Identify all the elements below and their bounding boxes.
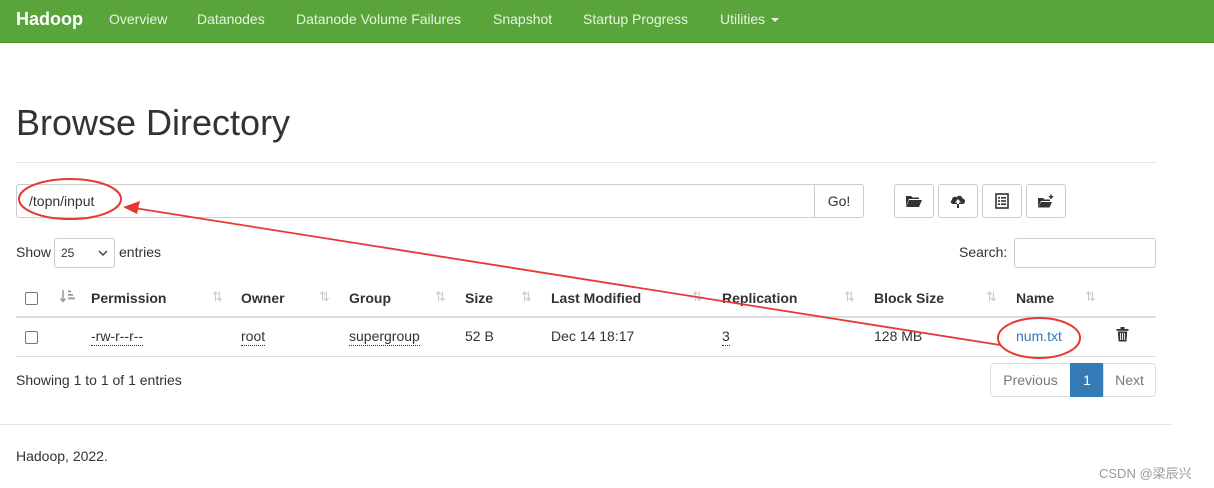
create-directory-button[interactable] xyxy=(1026,184,1066,218)
col-header-permission[interactable]: Permission xyxy=(91,290,166,306)
nav-snapshot[interactable]: Snapshot xyxy=(493,11,552,27)
nav-overview[interactable]: Overview xyxy=(109,11,167,27)
page-length-select[interactable]: 25 xyxy=(54,238,115,268)
table-header-divider xyxy=(16,316,1156,318)
col-header-block-size[interactable]: Block Size xyxy=(874,290,944,306)
directory-path-input[interactable] xyxy=(16,184,815,218)
pagination-next[interactable]: Next xyxy=(1103,363,1156,397)
nav-datanodes[interactable]: Datanodes xyxy=(197,11,265,27)
sort-asc-icon[interactable] xyxy=(60,289,76,303)
cell-replication[interactable]: 3 xyxy=(722,328,730,346)
nav-startup-progress[interactable]: Startup Progress xyxy=(583,11,688,27)
row-checkbox[interactable] xyxy=(25,331,38,344)
brand-link[interactable]: Hadoop xyxy=(16,9,83,29)
sort-icon[interactable]: ⇅ xyxy=(521,289,532,305)
page-title: Browse Directory xyxy=(16,102,291,143)
sort-icon[interactable]: ⇅ xyxy=(986,289,997,305)
watermark: CSDN @梁辰兴 xyxy=(1099,466,1192,481)
nav-datanode-volume-failures[interactable]: Datanode Volume Failures xyxy=(296,11,461,27)
folder-open-icon xyxy=(906,196,922,207)
cell-group[interactable]: supergroup xyxy=(349,328,420,346)
title-divider xyxy=(16,162,1157,163)
footer-text: Hadoop, 2022. xyxy=(16,448,108,464)
pagination-previous[interactable]: Previous xyxy=(990,363,1071,397)
nav-utilities-label: Utilities xyxy=(720,11,766,27)
go-button[interactable]: Go! xyxy=(814,184,864,218)
search-label: Search: xyxy=(959,244,1008,260)
page-length-value: 25 xyxy=(61,246,75,260)
browse-folder-button[interactable] xyxy=(894,184,934,218)
cell-block-size: 128 MB xyxy=(874,328,923,344)
col-header-size[interactable]: Size xyxy=(465,290,493,306)
cell-permission[interactable]: -rw-r--r-- xyxy=(91,328,144,346)
col-header-group[interactable]: Group xyxy=(349,290,391,306)
cell-owner[interactable]: root xyxy=(241,328,266,346)
top-navbar: Hadoop Overview Datanodes Datanode Volum… xyxy=(0,0,1214,43)
sort-icon[interactable]: ⇅ xyxy=(844,289,855,305)
caret-down-icon xyxy=(771,18,780,23)
upload-button[interactable] xyxy=(938,184,978,218)
trash-icon[interactable] xyxy=(1116,327,1129,342)
select-all-checkbox[interactable] xyxy=(25,292,38,305)
cell-size: 52 B xyxy=(465,328,494,344)
chevron-down-icon xyxy=(98,249,108,256)
list-alt-icon xyxy=(995,193,1009,209)
footer-divider xyxy=(0,424,1172,425)
folder-plus-icon xyxy=(1038,194,1054,208)
file-name-link[interactable]: num.txt xyxy=(1016,328,1062,344)
nav-utilities-dropdown[interactable]: Utilities xyxy=(720,11,780,27)
col-header-name[interactable]: Name xyxy=(1016,290,1054,306)
table-row-divider xyxy=(16,356,1156,357)
cell-last-modified: Dec 14 18:17 xyxy=(551,328,635,344)
search-input[interactable] xyxy=(1014,238,1156,268)
sort-icon[interactable]: ⇅ xyxy=(435,289,446,305)
pagination-page-1[interactable]: 1 xyxy=(1070,363,1104,397)
cloud-upload-icon xyxy=(950,195,966,208)
sort-icon[interactable]: ⇅ xyxy=(1085,289,1096,305)
sort-icon[interactable]: ⇅ xyxy=(692,289,703,305)
annotation-arrow-line xyxy=(133,207,1001,346)
table-info: Showing 1 to 1 of 1 entries xyxy=(16,372,182,388)
sort-icon[interactable]: ⇅ xyxy=(319,289,330,305)
col-header-last-modified[interactable]: Last Modified xyxy=(551,290,641,306)
col-header-replication[interactable]: Replication xyxy=(722,290,797,306)
entries-label: entries xyxy=(119,244,162,260)
show-label: Show xyxy=(16,244,52,260)
sort-icon[interactable]: ⇅ xyxy=(212,289,223,305)
list-view-button[interactable] xyxy=(982,184,1022,218)
col-header-owner[interactable]: Owner xyxy=(241,290,285,306)
